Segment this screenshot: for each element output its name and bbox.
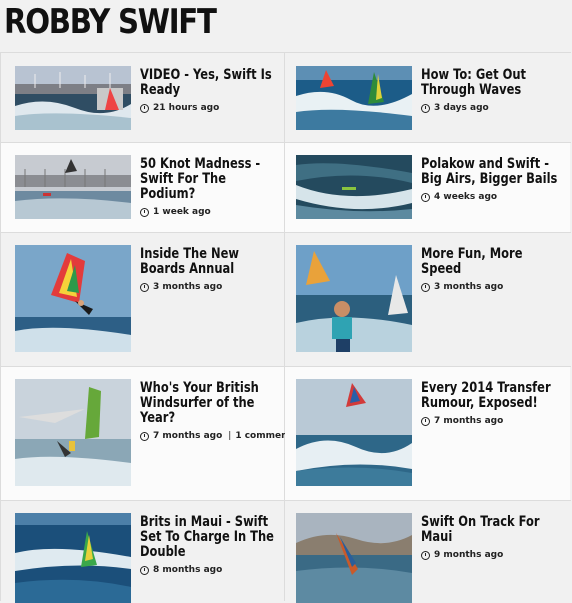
article-time: 3 months ago — [153, 282, 223, 292]
article-title[interactable]: Brits in Maui - Swift Set To Charge In T… — [140, 515, 279, 560]
clock-icon — [421, 103, 430, 113]
page-title: ROBBY SWIFT — [4, 2, 217, 42]
clock-icon — [421, 416, 430, 426]
article-meta: 3 months ago — [421, 282, 566, 292]
clock-icon — [140, 565, 149, 575]
article-meta: 4 weeks ago — [421, 192, 566, 202]
article-card: Polakow and Swift - Big Airs, Bigger Bai… — [285, 143, 570, 232]
article-time: 3 months ago — [434, 282, 504, 292]
article-card: More Fun, More Speed 3 months ago — [285, 233, 570, 366]
article-title[interactable]: Swift On Track For Maui — [421, 515, 560, 545]
article-time: 21 hours ago — [153, 103, 220, 113]
article-title[interactable]: 50 Knot Madness - Swift For The Podium? — [140, 157, 279, 202]
article-meta: 7 months ago — [421, 416, 566, 426]
article-card: Inside The New Boards Annual 3 months ag… — [0, 233, 285, 366]
article-thumbnail[interactable] — [296, 379, 412, 486]
clock-icon — [140, 103, 149, 113]
article-time: 8 months ago — [153, 565, 223, 575]
clock-icon — [140, 282, 149, 292]
article-thumbnail[interactable] — [296, 245, 412, 352]
article-time: 7 months ago — [434, 416, 504, 426]
article-title[interactable]: How To: Get Out Through Waves — [421, 68, 560, 98]
article-thumbnail[interactable] — [15, 245, 131, 352]
article-meta: 8 months ago — [140, 565, 280, 575]
article-row: Brits in Maui - Swift Set To Charge In T… — [0, 500, 571, 603]
article-thumbnail[interactable] — [15, 513, 131, 603]
article-title[interactable]: Who's Your British Windsurfer of the Yea… — [140, 381, 279, 426]
article-time: 1 week ago — [153, 207, 211, 217]
article-card: How To: Get Out Through Waves 3 days ago — [285, 53, 570, 142]
clock-icon — [140, 207, 149, 217]
article-meta: 9 months ago — [421, 550, 566, 560]
article-meta: 7 months ago | 1 comments — [140, 431, 297, 441]
article-thumbnail[interactable] — [296, 513, 412, 603]
article-card: 50 Knot Madness - Swift For The Podium? … — [0, 143, 285, 232]
article-card: VIDEO - Yes, Swift Is Ready 21 hours ago — [0, 53, 285, 142]
meta-separator: | — [228, 431, 232, 441]
article-thumbnail[interactable] — [15, 66, 131, 130]
article-meta: 3 days ago — [421, 103, 566, 113]
article-time: 3 days ago — [434, 103, 489, 113]
article-title[interactable]: Polakow and Swift - Big Airs, Bigger Bai… — [421, 157, 560, 187]
article-meta: 21 hours ago — [140, 103, 280, 113]
article-thumbnail[interactable] — [15, 155, 131, 219]
article-card: Who's Your British Windsurfer of the Yea… — [0, 367, 297, 500]
article-thumbnail[interactable] — [15, 379, 131, 486]
article-row: 50 Knot Madness - Swift For The Podium? … — [0, 142, 571, 232]
clock-icon — [421, 192, 430, 202]
article-grid: VIDEO - Yes, Swift Is Ready 21 hours ago… — [0, 52, 571, 603]
clock-icon — [140, 431, 149, 441]
article-time: 9 months ago — [434, 550, 504, 560]
article-row: VIDEO - Yes, Swift Is Ready 21 hours ago… — [0, 52, 571, 142]
article-thumbnail[interactable] — [296, 155, 412, 219]
article-time: 4 weeks ago — [434, 192, 498, 202]
article-row: Inside The New Boards Annual 3 months ag… — [0, 232, 571, 366]
article-title[interactable]: Every 2014 Transfer Rumour, Exposed! — [421, 381, 560, 411]
article-time: 7 months ago — [153, 431, 223, 441]
article-title[interactable]: Inside The New Boards Annual — [140, 247, 279, 277]
article-title[interactable]: More Fun, More Speed — [421, 247, 560, 277]
article-card: Brits in Maui - Swift Set To Charge In T… — [0, 501, 285, 603]
article-card: Swift On Track For Maui 9 months ago — [285, 501, 570, 603]
clock-icon — [421, 550, 430, 560]
article-thumbnail[interactable] — [296, 66, 412, 130]
article-meta: 1 week ago — [140, 207, 280, 217]
article-meta: 3 months ago — [140, 282, 280, 292]
article-row: Who's Your British Windsurfer of the Yea… — [0, 366, 571, 500]
article-card: Every 2014 Transfer Rumour, Exposed! 7 m… — [285, 367, 570, 500]
article-title[interactable]: VIDEO - Yes, Swift Is Ready — [140, 68, 279, 98]
clock-icon — [421, 282, 430, 292]
